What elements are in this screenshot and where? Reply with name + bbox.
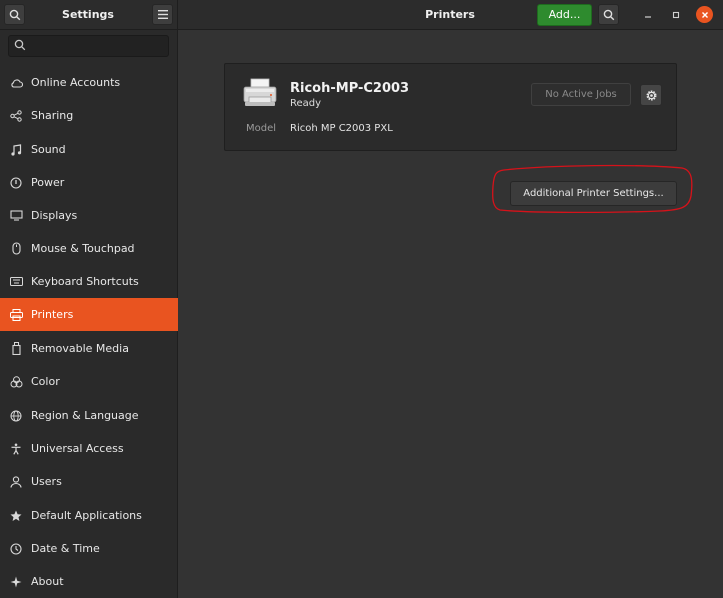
model-label: Model: [246, 123, 277, 134]
sidebar-item-printers[interactable]: Printers: [0, 298, 178, 331]
sidebar-item-color[interactable]: Color: [0, 365, 178, 398]
minimize-button[interactable]: [639, 6, 656, 23]
sidebar-item-keyboard-shortcuts[interactable]: Keyboard Shortcuts: [0, 265, 178, 298]
sidebar-item-label: Region & Language: [31, 409, 139, 422]
sidebar-item-about[interactable]: About: [0, 565, 178, 598]
page-title: Printers: [425, 8, 475, 21]
header-left: Settings: [0, 0, 178, 30]
display-icon: [9, 209, 23, 223]
sidebar-item-label: Power: [31, 176, 65, 189]
sidebar-item-label: Sound: [31, 143, 66, 156]
sidebar-item-label: Keyboard Shortcuts: [31, 275, 139, 288]
music-note-icon: [9, 143, 23, 157]
search-toggle-button[interactable]: [4, 4, 25, 25]
hamburger-menu-icon: [157, 10, 168, 19]
sidebar-item-label: Universal Access: [31, 442, 124, 455]
globe-icon: [9, 409, 23, 423]
sidebar-item-date-time[interactable]: Date & Time: [0, 532, 178, 565]
sidebar-item-label: Removable Media: [31, 342, 129, 355]
sidebar-item-displays[interactable]: Displays: [0, 199, 178, 232]
sidebar-item-sharing[interactable]: Sharing: [0, 99, 178, 132]
sidebar-item-label: Displays: [31, 209, 78, 222]
printer-card: Ricoh-MP-C2003 Ready Model Ricoh MP C200…: [224, 63, 677, 151]
sidebar: Online Accounts Sharing Sound Power Disp…: [0, 30, 178, 598]
star-icon: [9, 509, 23, 523]
sidebar-item-label: Color: [31, 375, 60, 388]
accessibility-icon: [9, 442, 23, 456]
sidebar-item-label: Sharing: [31, 109, 74, 122]
sidebar-item-default-applications[interactable]: Default Applications: [0, 499, 178, 532]
sidebar-item-universal-access[interactable]: Universal Access: [0, 432, 178, 465]
annotation-circle: [492, 164, 693, 214]
search-icon: [9, 9, 20, 20]
main-content: Ricoh-MP-C2003 Ready Model Ricoh MP C200…: [178, 30, 723, 598]
sparkle-icon: [9, 575, 23, 589]
close-icon: [701, 11, 708, 18]
maximize-button[interactable]: [667, 6, 684, 23]
gear-icon: [646, 90, 656, 100]
active-jobs-button[interactable]: No Active Jobs: [531, 83, 631, 106]
maximize-icon: [672, 11, 679, 18]
model-value: Ricoh MP C2003 PXL: [290, 123, 393, 134]
sidebar-item-label: Users: [31, 475, 62, 488]
add-printer-button[interactable]: Add...: [537, 4, 592, 26]
sidebar-item-mouse-touchpad[interactable]: Mouse & Touchpad: [0, 232, 178, 265]
sidebar-item-label: Printers: [31, 308, 74, 321]
power-icon: [9, 176, 23, 190]
sidebar-item-users[interactable]: Users: [0, 465, 178, 498]
sidebar-item-power[interactable]: Power: [0, 166, 178, 199]
sidebar-item-label: Mouse & Touchpad: [31, 242, 135, 255]
mouse-icon: [9, 242, 23, 256]
sidebar-item-removable-media[interactable]: Removable Media: [0, 332, 178, 365]
search-icon: [603, 9, 614, 20]
share-icon: [9, 109, 23, 123]
printer-name: Ricoh-MP-C2003: [290, 81, 410, 96]
search-icon: [14, 39, 26, 51]
sidebar-item-label: About: [31, 575, 64, 588]
keyboard-icon: [9, 275, 23, 289]
clock-icon: [9, 542, 23, 556]
removable-media-icon: [9, 342, 23, 356]
minimize-icon: [644, 15, 651, 18]
close-button[interactable]: [696, 6, 713, 23]
printer-search-button[interactable]: [598, 4, 619, 25]
printer-settings-button[interactable]: [640, 84, 662, 106]
printer-status: Ready: [290, 98, 322, 109]
printer-icon: [9, 308, 23, 322]
sidebar-item-label: Date & Time: [31, 542, 100, 555]
printer-device-icon: [243, 78, 277, 106]
user-icon: [9, 475, 23, 489]
color-icon: [9, 375, 23, 389]
sidebar-item-online-accounts[interactable]: Online Accounts: [0, 66, 178, 99]
sidebar-item-region-language[interactable]: Region & Language: [0, 399, 178, 432]
settings-title: Settings: [62, 8, 114, 21]
search-input[interactable]: [8, 35, 169, 57]
cloud-icon: [9, 76, 23, 90]
sidebar-item-label: Online Accounts: [31, 76, 121, 89]
menu-button[interactable]: [152, 4, 173, 25]
sidebar-item-sound[interactable]: Sound: [0, 133, 178, 166]
header-bar: Settings Printers Add...: [0, 0, 723, 30]
sidebar-item-label: Default Applications: [31, 509, 142, 522]
